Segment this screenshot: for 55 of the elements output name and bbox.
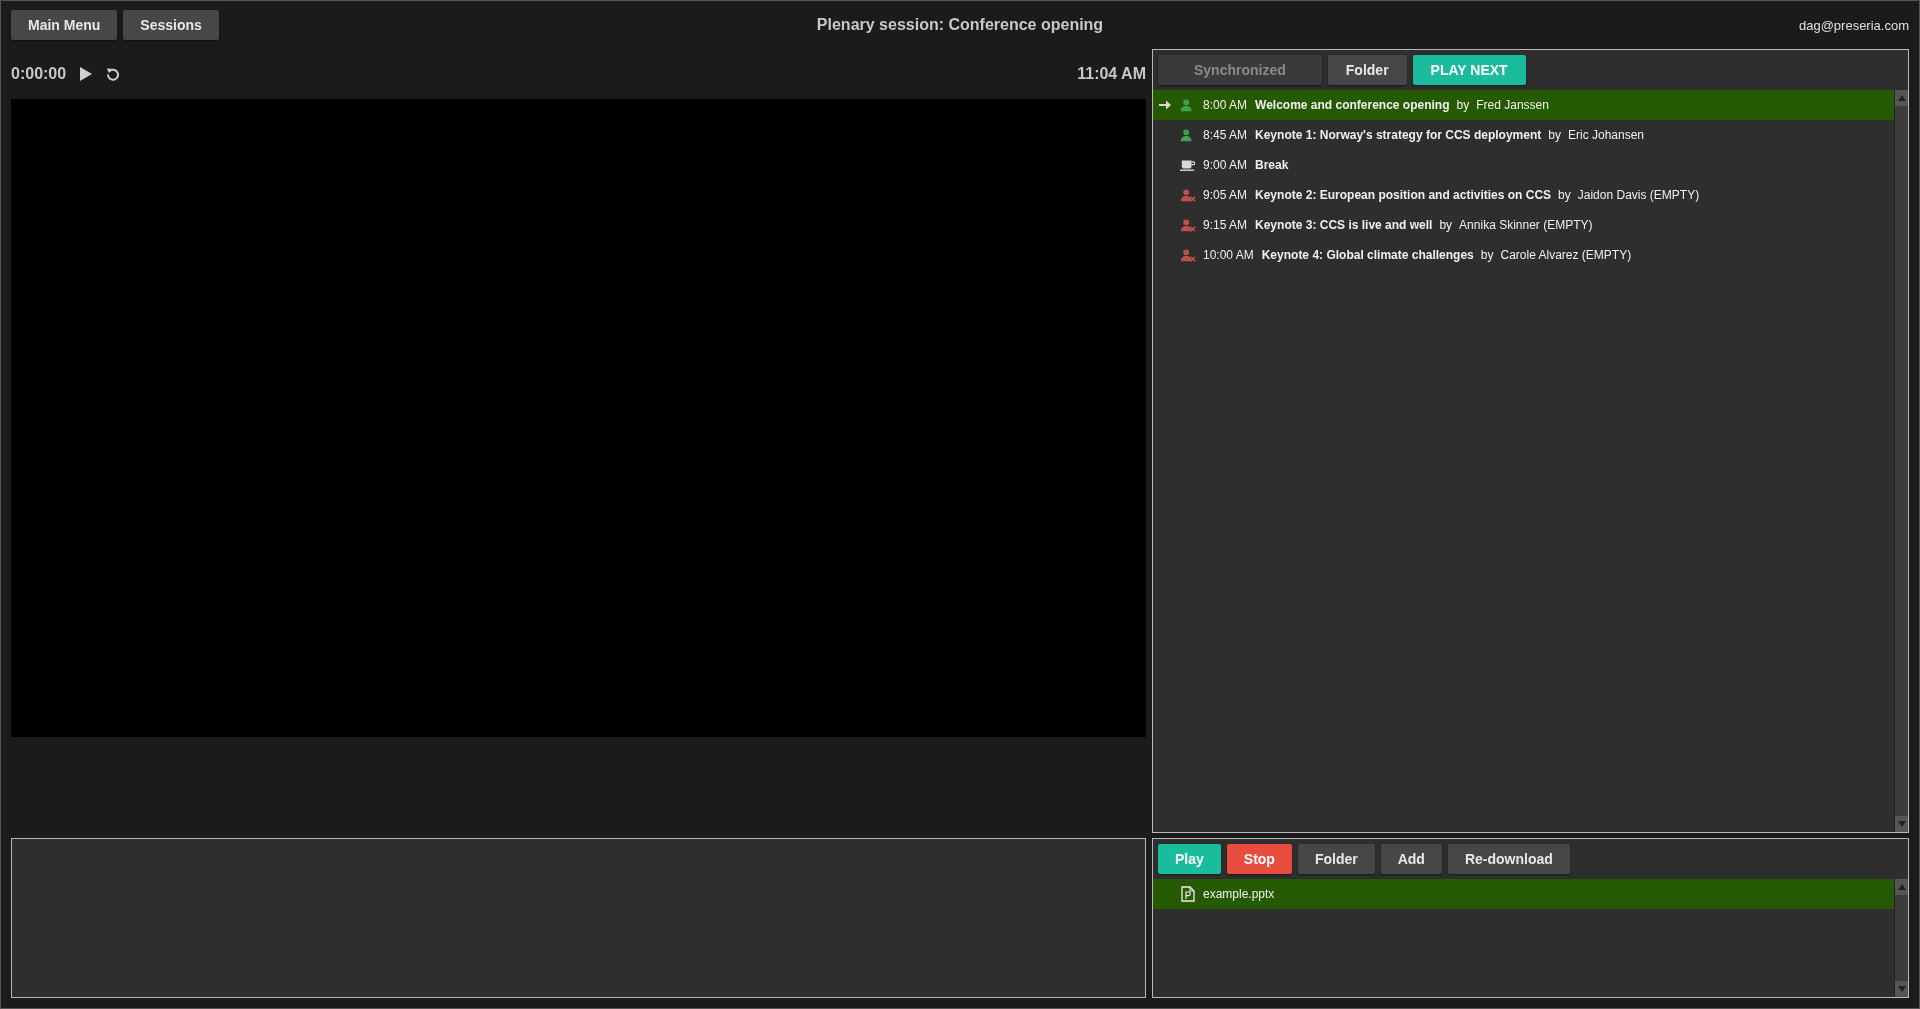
session-time: 8:00 AM	[1203, 98, 1248, 112]
by-label: by	[1439, 218, 1453, 232]
person-x-icon	[1180, 218, 1196, 232]
toolbar-button[interactable]: Folder	[1297, 844, 1375, 874]
session-title: Keynote 3: CCS is live and well	[1255, 218, 1433, 232]
session-row[interactable]: 9:15 AM Keynote 3: CCS is live and well by Annika Skinner (EMPTY)	[1153, 210, 1894, 240]
cup-icon	[1180, 158, 1196, 172]
arrow-right-icon	[1158, 99, 1172, 111]
session-time: 9:15 AM	[1203, 218, 1248, 232]
session-time: 10:00 AM	[1203, 248, 1254, 262]
session-title: Welcome and conference opening	[1255, 98, 1450, 112]
user-email: dag@preseria.com	[1798, 17, 1909, 33]
nav-button[interactable]: Main Menu	[11, 10, 118, 40]
toolbar-button[interactable]: Stop	[1226, 844, 1292, 874]
presenter-name: Eric Johansen	[1568, 128, 1645, 142]
session-title: Plenary session: Conference opening	[816, 16, 1104, 33]
scroll-down-icon[interactable]	[1897, 986, 1906, 992]
session-title: Break	[1255, 158, 1289, 172]
session-row[interactable]: 9:00 AM Break	[1153, 150, 1894, 180]
session-time: 9:05 AM	[1203, 188, 1248, 202]
session-title: Keynote 2: European position and activities on CCS	[1255, 188, 1552, 202]
session-row[interactable]: 8:00 AM Welcome and conference opening by Fred Janssen	[1153, 90, 1894, 120]
document-icon	[1181, 886, 1195, 902]
session-row[interactable]: 8:45 AM Keynote 1: Norway's strategy for CCS deployment by Eric Johansen	[1153, 120, 1894, 150]
toolbar-button[interactable]: Add	[1380, 844, 1442, 874]
presenter-name: Fred Janssen	[1476, 98, 1549, 112]
scroll-up-icon[interactable]	[1897, 95, 1906, 101]
file-row[interactable]: example.pptx	[1153, 879, 1894, 909]
session-time: 8:45 AM	[1203, 128, 1248, 142]
restart-icon[interactable]	[106, 67, 121, 81]
person-x-icon	[1180, 248, 1196, 262]
presenter-name: Annika Skinner (EMPTY)	[1459, 218, 1593, 232]
by-label: by	[1558, 188, 1571, 202]
playback-time: 0:00:00	[11, 65, 67, 83]
scrollbar[interactable]	[1894, 879, 1908, 997]
scroll-up-icon[interactable]	[1897, 884, 1906, 890]
session-row[interactable]: 10:00 AM Keynote 4: Global climate challenges by Carole Alvarez (EMPTY)	[1153, 240, 1894, 270]
scroll-down-icon[interactable]	[1897, 821, 1906, 827]
scrollbar[interactable]	[1894, 90, 1908, 832]
by-label: by	[1480, 248, 1494, 262]
by-label: by	[1548, 128, 1561, 142]
session-title: Keynote 1: Norway's strategy for CCS deployment	[1255, 128, 1542, 142]
toolbar-button[interactable]: Folder	[1327, 55, 1407, 85]
nav-button[interactable]: Sessions	[123, 10, 219, 40]
by-label: by	[1456, 98, 1470, 112]
play-icon[interactable]	[80, 67, 93, 81]
presenter-name: Jaidon Davis (EMPTY)	[1577, 188, 1700, 202]
toolbar-button[interactable]: Re-download	[1447, 844, 1570, 874]
clock: 11:04 AM	[1077, 65, 1146, 83]
file-name: example.pptx	[1203, 887, 1275, 901]
person-x-icon	[1180, 188, 1196, 202]
session-time: 9:00 AM	[1203, 158, 1248, 172]
session-title: Keynote 4: Global climate challenges	[1261, 248, 1474, 262]
presenter-name: Carole Alvarez (EMPTY)	[1500, 248, 1632, 262]
session-row[interactable]: 9:05 AM Keynote 2: European position and activities on CCS by Jaidon Davis (EMPTY)	[1153, 180, 1894, 210]
